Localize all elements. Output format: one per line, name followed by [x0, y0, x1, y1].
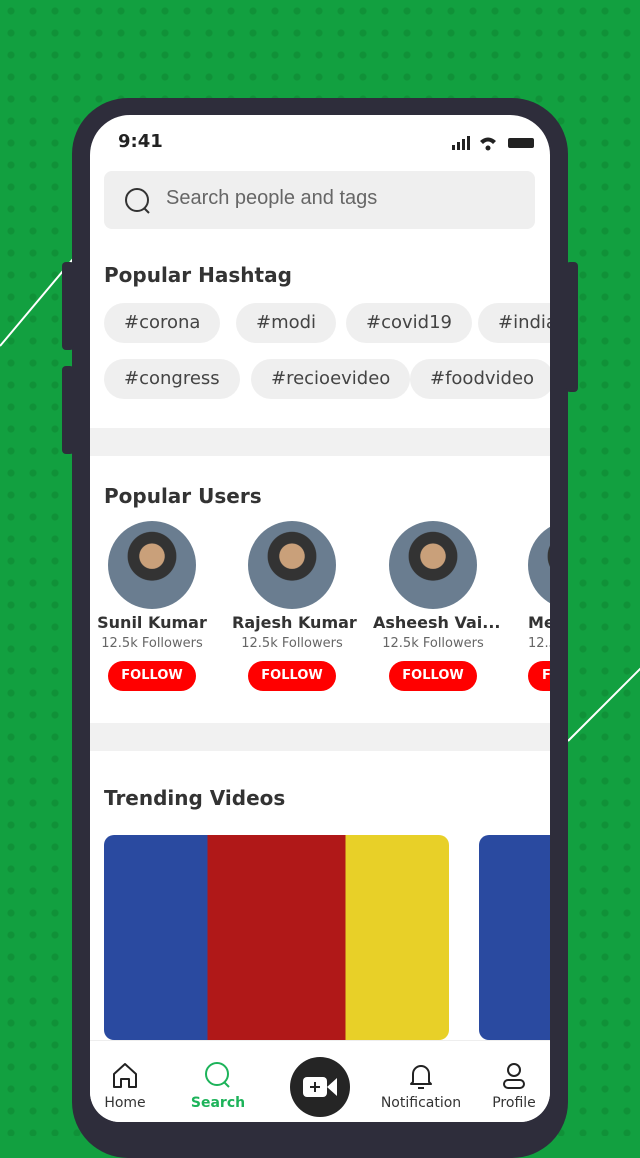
follow-button[interactable]: F	[528, 661, 550, 691]
hashtag-chip[interactable]: #india	[478, 303, 550, 343]
hashtag-chip[interactable]: #corona	[104, 303, 221, 343]
bottom-nav: Home Search Notification Profile	[90, 1040, 550, 1122]
search-icon	[205, 1062, 230, 1088]
bell-icon	[410, 1065, 432, 1089]
hashtag-chip[interactable]: #covid19	[346, 303, 472, 343]
trending-videos-title: Trending Videos	[104, 786, 286, 810]
app-screen: 9:41 Search people and tags Popular Hash…	[90, 115, 550, 1122]
video-camera-plus-icon	[303, 1077, 337, 1097]
follow-button[interactable]: FOLLOW	[108, 661, 196, 691]
avatar	[528, 521, 550, 609]
hashtag-chip[interactable]: #foodvideo	[410, 359, 550, 399]
status-icons	[452, 135, 542, 155]
divider	[90, 428, 550, 456]
user-name: Rajesh Kumar	[232, 613, 357, 632]
user-followers: 12.5k Followers	[241, 636, 343, 651]
nav-profile[interactable]: Profile	[470, 1061, 550, 1111]
search-placeholder: Search people and tags	[166, 187, 378, 209]
power-button	[566, 262, 578, 392]
user-card[interactable]: Meen 12.5 F	[510, 521, 550, 691]
avatar	[108, 521, 196, 609]
hashtag-chip[interactable]: #congress	[104, 359, 240, 399]
user-followers: 12.5k Followers	[101, 636, 203, 651]
user-name: Meen	[528, 613, 550, 632]
follow-button[interactable]: FOLLOW	[389, 661, 477, 691]
nav-label: Search	[190, 1095, 246, 1111]
volume-button	[62, 262, 74, 350]
nav-label: Home	[104, 1095, 146, 1111]
user-card[interactable]: Sunil Kumar 12.5k Followers FOLLOW	[92, 521, 212, 691]
search-input[interactable]: Search people and tags	[104, 171, 535, 229]
follow-button[interactable]: FOLLOW	[248, 661, 336, 691]
user-followers: 12.5	[528, 636, 550, 651]
user-card[interactable]: Rajesh Kumar 12.5k Followers FOLLOW	[232, 521, 357, 691]
divider	[90, 723, 550, 751]
volume-button	[62, 366, 74, 454]
video-thumbnail[interactable]	[479, 835, 550, 1040]
nav-notification[interactable]: Notification	[376, 1061, 466, 1111]
nav-search[interactable]: Search	[173, 1061, 263, 1111]
nav-label: Notification	[380, 1095, 462, 1111]
record-video-button[interactable]	[290, 1057, 350, 1117]
popular-hashtag-title: Popular Hashtag	[104, 263, 292, 287]
nav-label: Profile	[492, 1095, 536, 1111]
user-followers: 12.5k Followers	[382, 636, 484, 651]
user-name: Sunil Kumar	[97, 613, 207, 632]
video-thumbnail[interactable]	[104, 835, 449, 1040]
popular-users-title: Popular Users	[104, 484, 262, 508]
hashtag-chip[interactable]: #modi	[236, 303, 337, 343]
profile-icon	[503, 1063, 525, 1089]
user-name: Asheesh Vai...	[373, 613, 501, 632]
home-icon	[113, 1063, 137, 1088]
search-icon	[125, 188, 150, 214]
avatar	[248, 521, 336, 609]
status-time: 9:41	[118, 131, 163, 152]
avatar	[389, 521, 477, 609]
hashtag-chip[interactable]: #recioevideo	[251, 359, 411, 399]
nav-home[interactable]: Home	[90, 1061, 170, 1111]
user-card[interactable]: Asheesh Vai... 12.5k Followers FOLLOW	[373, 521, 501, 691]
